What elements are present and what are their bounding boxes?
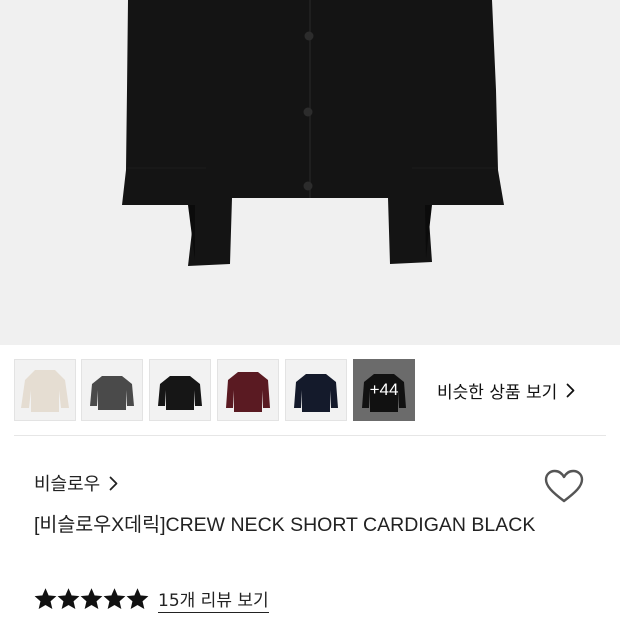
more-count-label: +44 [369, 380, 399, 399]
wishlist-heart-icon[interactable] [544, 469, 584, 505]
chevron-right-icon [109, 476, 118, 491]
product-hero-image[interactable] [0, 0, 620, 345]
star-icon [103, 588, 126, 610]
cardigan-thumb-icon [21, 370, 69, 412]
cardigan-thumb-icon [294, 374, 338, 412]
review-link[interactable]: 15개 리뷰 보기 [158, 586, 269, 613]
star-icon [34, 588, 57, 610]
button-2 [303, 107, 313, 117]
star-rating [34, 588, 149, 610]
star-icon [80, 588, 103, 610]
chevron-right-icon [566, 383, 575, 398]
rating-row: 15개 리뷰 보기 [34, 585, 269, 613]
thumbnail-beige[interactable] [14, 359, 76, 421]
thumbnail-burgundy[interactable] [217, 359, 279, 421]
star-icon [126, 588, 149, 610]
cardigan-illustration [122, 0, 504, 266]
thumbnail-navy[interactable] [285, 359, 347, 421]
thumbnail-charcoal[interactable] [81, 359, 143, 421]
brand-link[interactable]: 비슬로우 [34, 470, 118, 496]
product-title: [비슬로우X데릭]CREW NECK SHORT CARDIGAN BLACK [34, 514, 536, 536]
cardigan-thumb-icon [90, 376, 134, 410]
section-divider [14, 435, 606, 436]
button-1 [304, 31, 314, 41]
cardigan-thumb-icon [226, 372, 270, 412]
star-icon [57, 588, 80, 610]
cardigan-thumb-icon [158, 376, 202, 410]
brand-name: 비슬로우 [34, 474, 101, 495]
similar-products-label: 비슷한 상품 보기 [437, 382, 558, 403]
button-3 [303, 181, 313, 191]
similar-products-link[interactable]: 비슷한 상품 보기 [437, 376, 575, 404]
thumbnail-more[interactable]: +44 [353, 359, 415, 421]
thumbnail-black[interactable] [149, 359, 211, 421]
